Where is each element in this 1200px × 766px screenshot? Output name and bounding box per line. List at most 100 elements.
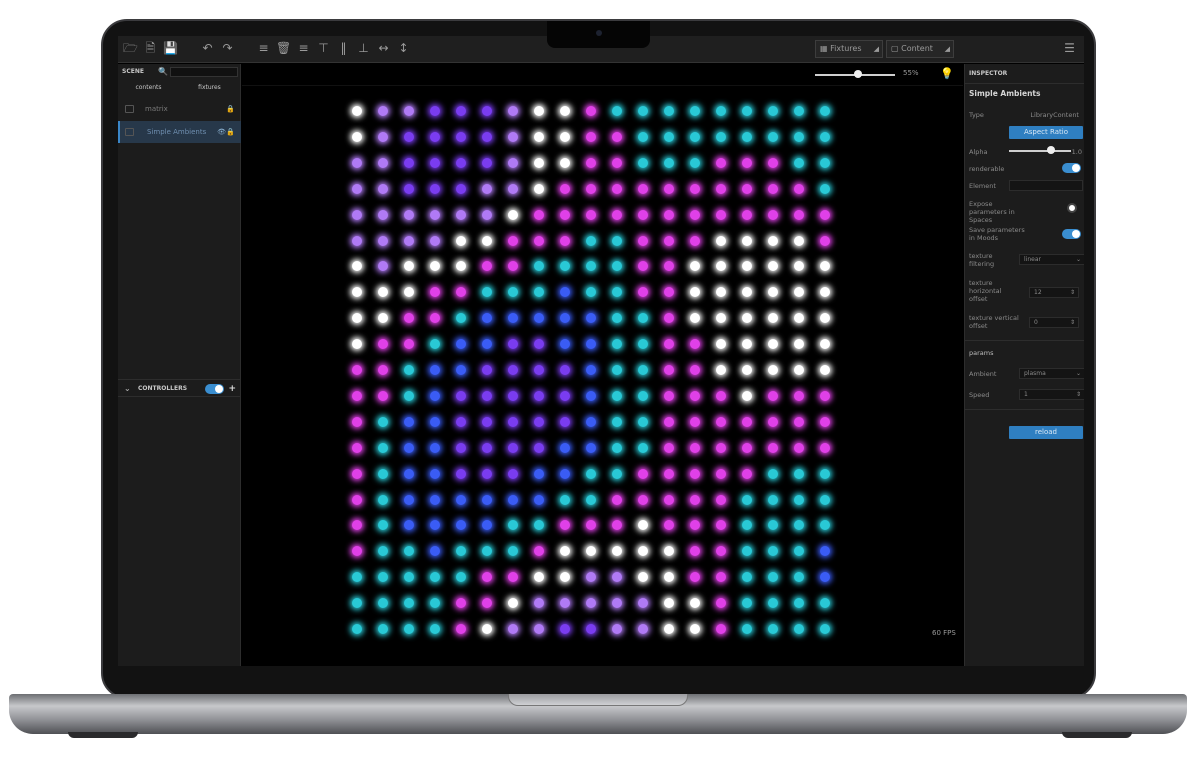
led-dot [560, 287, 570, 298]
lightbulb-icon[interactable]: 💡 [940, 67, 954, 80]
aspect-ratio-button[interactable]: Aspect Ratio [1009, 126, 1083, 139]
expose-parameters-toggle[interactable] [1067, 203, 1077, 213]
speed-input[interactable]: 1 ⇕ [1019, 389, 1084, 400]
led-dot [560, 209, 570, 220]
led-dot [768, 339, 778, 350]
distribute-horizontal-icon[interactable]: ↔ [376, 41, 391, 56]
ambient-select[interactable]: plasma ⌄ [1019, 368, 1084, 379]
distribute-vertical-icon[interactable]: ↕ [396, 41, 411, 56]
led-dot [638, 468, 648, 479]
zoom-slider-handle[interactable] [854, 70, 862, 78]
undo-icon[interactable]: ↶ [200, 41, 215, 56]
led-dot [430, 390, 440, 401]
save-icon[interactable]: 💾 [163, 41, 178, 56]
new-file-icon[interactable]: 🗎 [143, 41, 158, 56]
led-dot [404, 598, 414, 609]
led-dot [482, 442, 492, 453]
texture-vertical-offset-input[interactable]: 0 ⇕ [1029, 317, 1079, 328]
led-dot [716, 572, 726, 583]
save-parameters-toggle[interactable] [1062, 229, 1081, 239]
renderable-toggle[interactable] [1062, 163, 1081, 173]
type-value: LibraryContent [1030, 111, 1079, 119]
led-dot [534, 235, 544, 246]
led-dot [794, 183, 804, 194]
led-dot [820, 546, 830, 557]
type-label: Type [969, 111, 984, 119]
delete-icon[interactable]: 🗑 [276, 41, 291, 56]
led-dot [820, 520, 830, 531]
lock-icon[interactable]: 🔒 [226, 121, 235, 143]
controllers-toggle[interactable] [205, 384, 224, 394]
element-field[interactable] [1009, 180, 1083, 191]
led-dot [560, 494, 570, 505]
led-dot [612, 494, 622, 505]
led-dot [586, 339, 596, 350]
led-dot [612, 520, 622, 531]
led-dot [716, 468, 726, 479]
search-icon[interactable]: 🔍 [158, 67, 168, 76]
led-dot [586, 235, 596, 246]
scene-search-input[interactable] [170, 67, 238, 77]
reload-button[interactable]: reload [1009, 426, 1083, 439]
scene-item-simple-ambients[interactable]: Simple Ambients 👁 🔒 [118, 121, 241, 143]
led-dot [586, 183, 596, 194]
add-icon[interactable]: + [228, 380, 236, 398]
led-dot [586, 572, 596, 583]
led-dot [430, 494, 440, 505]
led-dot [534, 365, 544, 375]
led-dot [456, 520, 466, 531]
led-dot [716, 442, 726, 453]
led-dot [638, 572, 648, 583]
led-dot [612, 598, 622, 609]
led-dot [586, 416, 596, 427]
stepper-icon[interactable]: ⇕ [1070, 318, 1075, 327]
led-dot [404, 131, 414, 142]
led-dot [612, 209, 622, 220]
eye-icon[interactable]: 👁 [217, 121, 226, 143]
led-dot [404, 546, 414, 557]
led-dot [690, 339, 700, 350]
laptop-foot-left [68, 732, 138, 738]
open-folder-icon[interactable]: 🗁 [123, 41, 138, 56]
stepper-icon[interactable]: ⇕ [1070, 288, 1075, 297]
led-dot [768, 157, 778, 168]
led-dot [794, 598, 804, 609]
fixtures-dropdown[interactable]: ▦ Fixtures ◢ [815, 40, 883, 58]
led-dot [404, 520, 414, 531]
led-dot [664, 131, 674, 142]
led-dot [820, 313, 830, 324]
alpha-slider-handle[interactable] [1047, 146, 1055, 154]
alpha-slider[interactable] [1009, 150, 1071, 152]
led-dot [742, 131, 752, 142]
content-dropdown[interactable]: ▢ Content ◢ [886, 40, 954, 58]
align-bottom-icon[interactable]: ⊥ [356, 41, 371, 56]
canvas-viewport[interactable]: 55% 💡 60 FPS [242, 64, 963, 666]
scene-item-matrix[interactable]: matrix 🔒 [118, 98, 241, 120]
led-dot [378, 183, 388, 194]
led-dot [820, 339, 830, 350]
led-dot [378, 624, 388, 634]
tab-contents[interactable]: contents [118, 81, 179, 95]
led-dot [378, 572, 388, 583]
redo-icon[interactable]: ↷ [220, 41, 235, 56]
chevron-down-icon[interactable]: ⌄ [124, 380, 131, 398]
led-dot [560, 183, 570, 194]
led-dot [820, 365, 830, 375]
align-center-icon[interactable]: ‖ [336, 41, 351, 56]
align-top-icon[interactable]: ⊤ [316, 41, 331, 56]
params-header: params [969, 349, 994, 357]
led-dot [690, 235, 700, 246]
stepper-icon[interactable]: ⇕ [1076, 390, 1081, 399]
led-dot [352, 494, 362, 505]
led-dot [534, 572, 544, 583]
texture-filtering-select[interactable]: linear ⌄ [1019, 254, 1084, 265]
texture-horizontal-offset-input[interactable]: 12 ⇕ [1029, 287, 1079, 298]
lock-icon[interactable]: 🔒 [226, 98, 235, 120]
led-dot [638, 365, 648, 375]
tab-fixtures[interactable]: fixtures [179, 81, 240, 95]
settings-sliders-icon[interactable]: ☰ [1062, 41, 1077, 56]
led-dot [534, 313, 544, 324]
align-right-icon[interactable]: ≡ [296, 41, 311, 56]
align-left-icon[interactable]: ≡ [256, 41, 271, 56]
led-dot [404, 494, 414, 505]
